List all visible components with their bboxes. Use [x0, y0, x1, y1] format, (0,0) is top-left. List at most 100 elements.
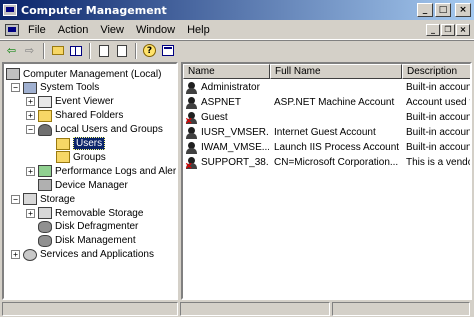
cell-full-name: CN=Microsoft Corporation...	[274, 157, 399, 168]
tree-item-label: Local Users and Groups	[55, 124, 163, 136]
column-header-full-name[interactable]: Full Name	[270, 64, 402, 79]
tree-item[interactable]: + Performance Logs and Alerts	[26, 164, 178, 178]
user-icon	[186, 142, 197, 154]
expand-icon[interactable]: +	[11, 250, 20, 260]
list-item[interactable]: Administrator Built-in account	[183, 81, 472, 96]
menu-view[interactable]: View	[94, 24, 130, 36]
tree-item[interactable]: − System Tools	[11, 81, 99, 95]
child-close-button[interactable]: ×	[456, 23, 470, 36]
child-window-icon[interactable]	[5, 23, 19, 36]
list-item[interactable]: IWAM_VMSE... Launch IIS Process Account Bu…	[183, 141, 472, 156]
removable-storage-icon	[38, 207, 52, 219]
event-viewer-icon	[38, 95, 52, 108]
computer-management-icon	[3, 4, 17, 16]
tree-item[interactable]: − Local Users and Groups	[26, 123, 163, 137]
tree-item-label: Storage	[40, 193, 76, 205]
collapse-icon[interactable]: −	[26, 125, 35, 135]
user-icon	[186, 127, 197, 139]
menu-help[interactable]: Help	[181, 24, 216, 36]
cell-name: Guest	[201, 112, 228, 123]
cell-name: IUSR_VMSER...	[201, 127, 269, 138]
column-header-description[interactable]: Description	[402, 64, 470, 79]
cell-name: SUPPORT_38...	[201, 157, 269, 168]
tree-item-label: Services and Applications	[40, 249, 154, 261]
cell-name: ASPNET	[201, 97, 242, 108]
properties-icon[interactable]	[159, 43, 176, 59]
storage-icon	[23, 193, 37, 206]
toolbar: ⇦ ⇨ ?	[0, 40, 474, 60]
defragmenter-icon	[38, 220, 52, 233]
device-manager-icon	[38, 179, 52, 192]
cell-description: Built-in account	[406, 112, 472, 123]
forward-arrow-icon[interactable]: ⇨	[21, 43, 38, 59]
cell-full-name: ASP.NET Machine Account	[274, 97, 395, 108]
tree-item-label: Performance Logs and Alerts	[55, 165, 178, 177]
maximize-button[interactable]: □	[435, 3, 451, 17]
tree-item[interactable]: Device Manager	[26, 178, 128, 192]
export-list-icon[interactable]	[113, 43, 130, 59]
status-panel	[332, 301, 470, 316]
folder-icon	[56, 151, 70, 164]
tree-item[interactable]: + Shared Folders	[26, 109, 123, 123]
tree-item[interactable]: Disk Defragmenter	[26, 220, 138, 234]
refresh-icon[interactable]	[95, 43, 112, 59]
status-panel	[2, 301, 178, 316]
tree-item[interactable]: Groups	[44, 150, 106, 164]
tree-item[interactable]: − Storage	[11, 192, 75, 206]
collapse-icon[interactable]: −	[11, 194, 20, 204]
services-icon	[23, 248, 37, 261]
up-folder-icon[interactable]	[49, 43, 66, 59]
child-minimize-button[interactable]: _	[426, 23, 440, 36]
tree-item[interactable]: Computer Management (Local)	[6, 67, 161, 81]
list-item[interactable]: ASPNET ASP.NET Machine Account Account use…	[183, 96, 470, 111]
expand-icon[interactable]: +	[26, 166, 35, 176]
disabled-user-icon: ✕	[185, 157, 197, 171]
help-icon[interactable]: ?	[141, 43, 158, 59]
tree-item[interactable]: + Services and Applications	[11, 248, 154, 262]
cell-description: Built-in account	[406, 142, 472, 153]
list-item[interactable]: IUSR_VMSER... Internet Guest Account Built…	[183, 126, 472, 141]
user-icon	[186, 97, 197, 109]
collapse-icon[interactable]: −	[11, 83, 20, 93]
cell-name: IWAM_VMSE...	[201, 142, 269, 153]
tree-item-label: Device Manager	[55, 179, 128, 191]
tree-item[interactable]: + Removable Storage	[26, 206, 143, 220]
menu-action[interactable]: Action	[52, 24, 95, 36]
cell-full-name: Internet Guest Account	[274, 127, 376, 138]
expand-icon[interactable]: +	[26, 97, 35, 107]
column-header-name[interactable]: Name	[183, 64, 270, 79]
title-bar[interactable]: Computer Management _ □ ×	[0, 0, 474, 20]
tree-item[interactable]: + Event Viewer	[26, 95, 114, 109]
disabled-user-icon: ✕	[185, 112, 197, 126]
details-list[interactable]: Name Full Name Description Administrator…	[181, 62, 472, 300]
tree-item[interactable]: Users	[44, 137, 106, 151]
menu-file[interactable]: File	[22, 24, 52, 36]
toolbar-separator	[43, 42, 45, 59]
expand-icon[interactable]: +	[26, 111, 35, 121]
tree-item-label: Shared Folders	[55, 110, 124, 122]
minimize-button[interactable]: _	[417, 3, 433, 17]
expand-icon[interactable]: +	[26, 208, 35, 218]
close-button[interactable]: ×	[455, 3, 471, 17]
cell-description: This is a vendor	[406, 157, 472, 168]
cell-description: Built-in account	[406, 127, 472, 138]
cell-description: Built-in account	[406, 82, 472, 93]
tree-item[interactable]: Disk Management	[26, 234, 136, 248]
child-restore-button[interactable]: ❐	[441, 23, 455, 36]
tree-item-label: Computer Management (Local)	[23, 68, 162, 80]
console-tree[interactable]: Computer Management (Local) − System Tools…	[2, 62, 178, 300]
list-item[interactable]: ✕ SUPPORT_38... CN=Microsoft Corporation..…	[183, 156, 472, 171]
tree-item-label: Users	[73, 137, 106, 150]
status-bar	[0, 300, 474, 317]
toolbar-separator	[135, 42, 137, 59]
computer-icon	[6, 68, 20, 80]
list-item[interactable]: ✕ Guest Built-in account	[183, 111, 472, 126]
users-groups-icon	[38, 123, 52, 136]
tree-item-label: Removable Storage	[55, 207, 144, 219]
menu-bar: File Action View Window Help _ ❐ ×	[0, 20, 474, 40]
status-panel	[180, 301, 330, 316]
show-hide-tree-icon[interactable]	[67, 43, 84, 59]
menu-window[interactable]: Window	[130, 24, 181, 36]
cell-full-name: Launch IIS Process Account	[274, 142, 400, 153]
back-arrow-icon[interactable]: ⇦	[3, 43, 20, 59]
